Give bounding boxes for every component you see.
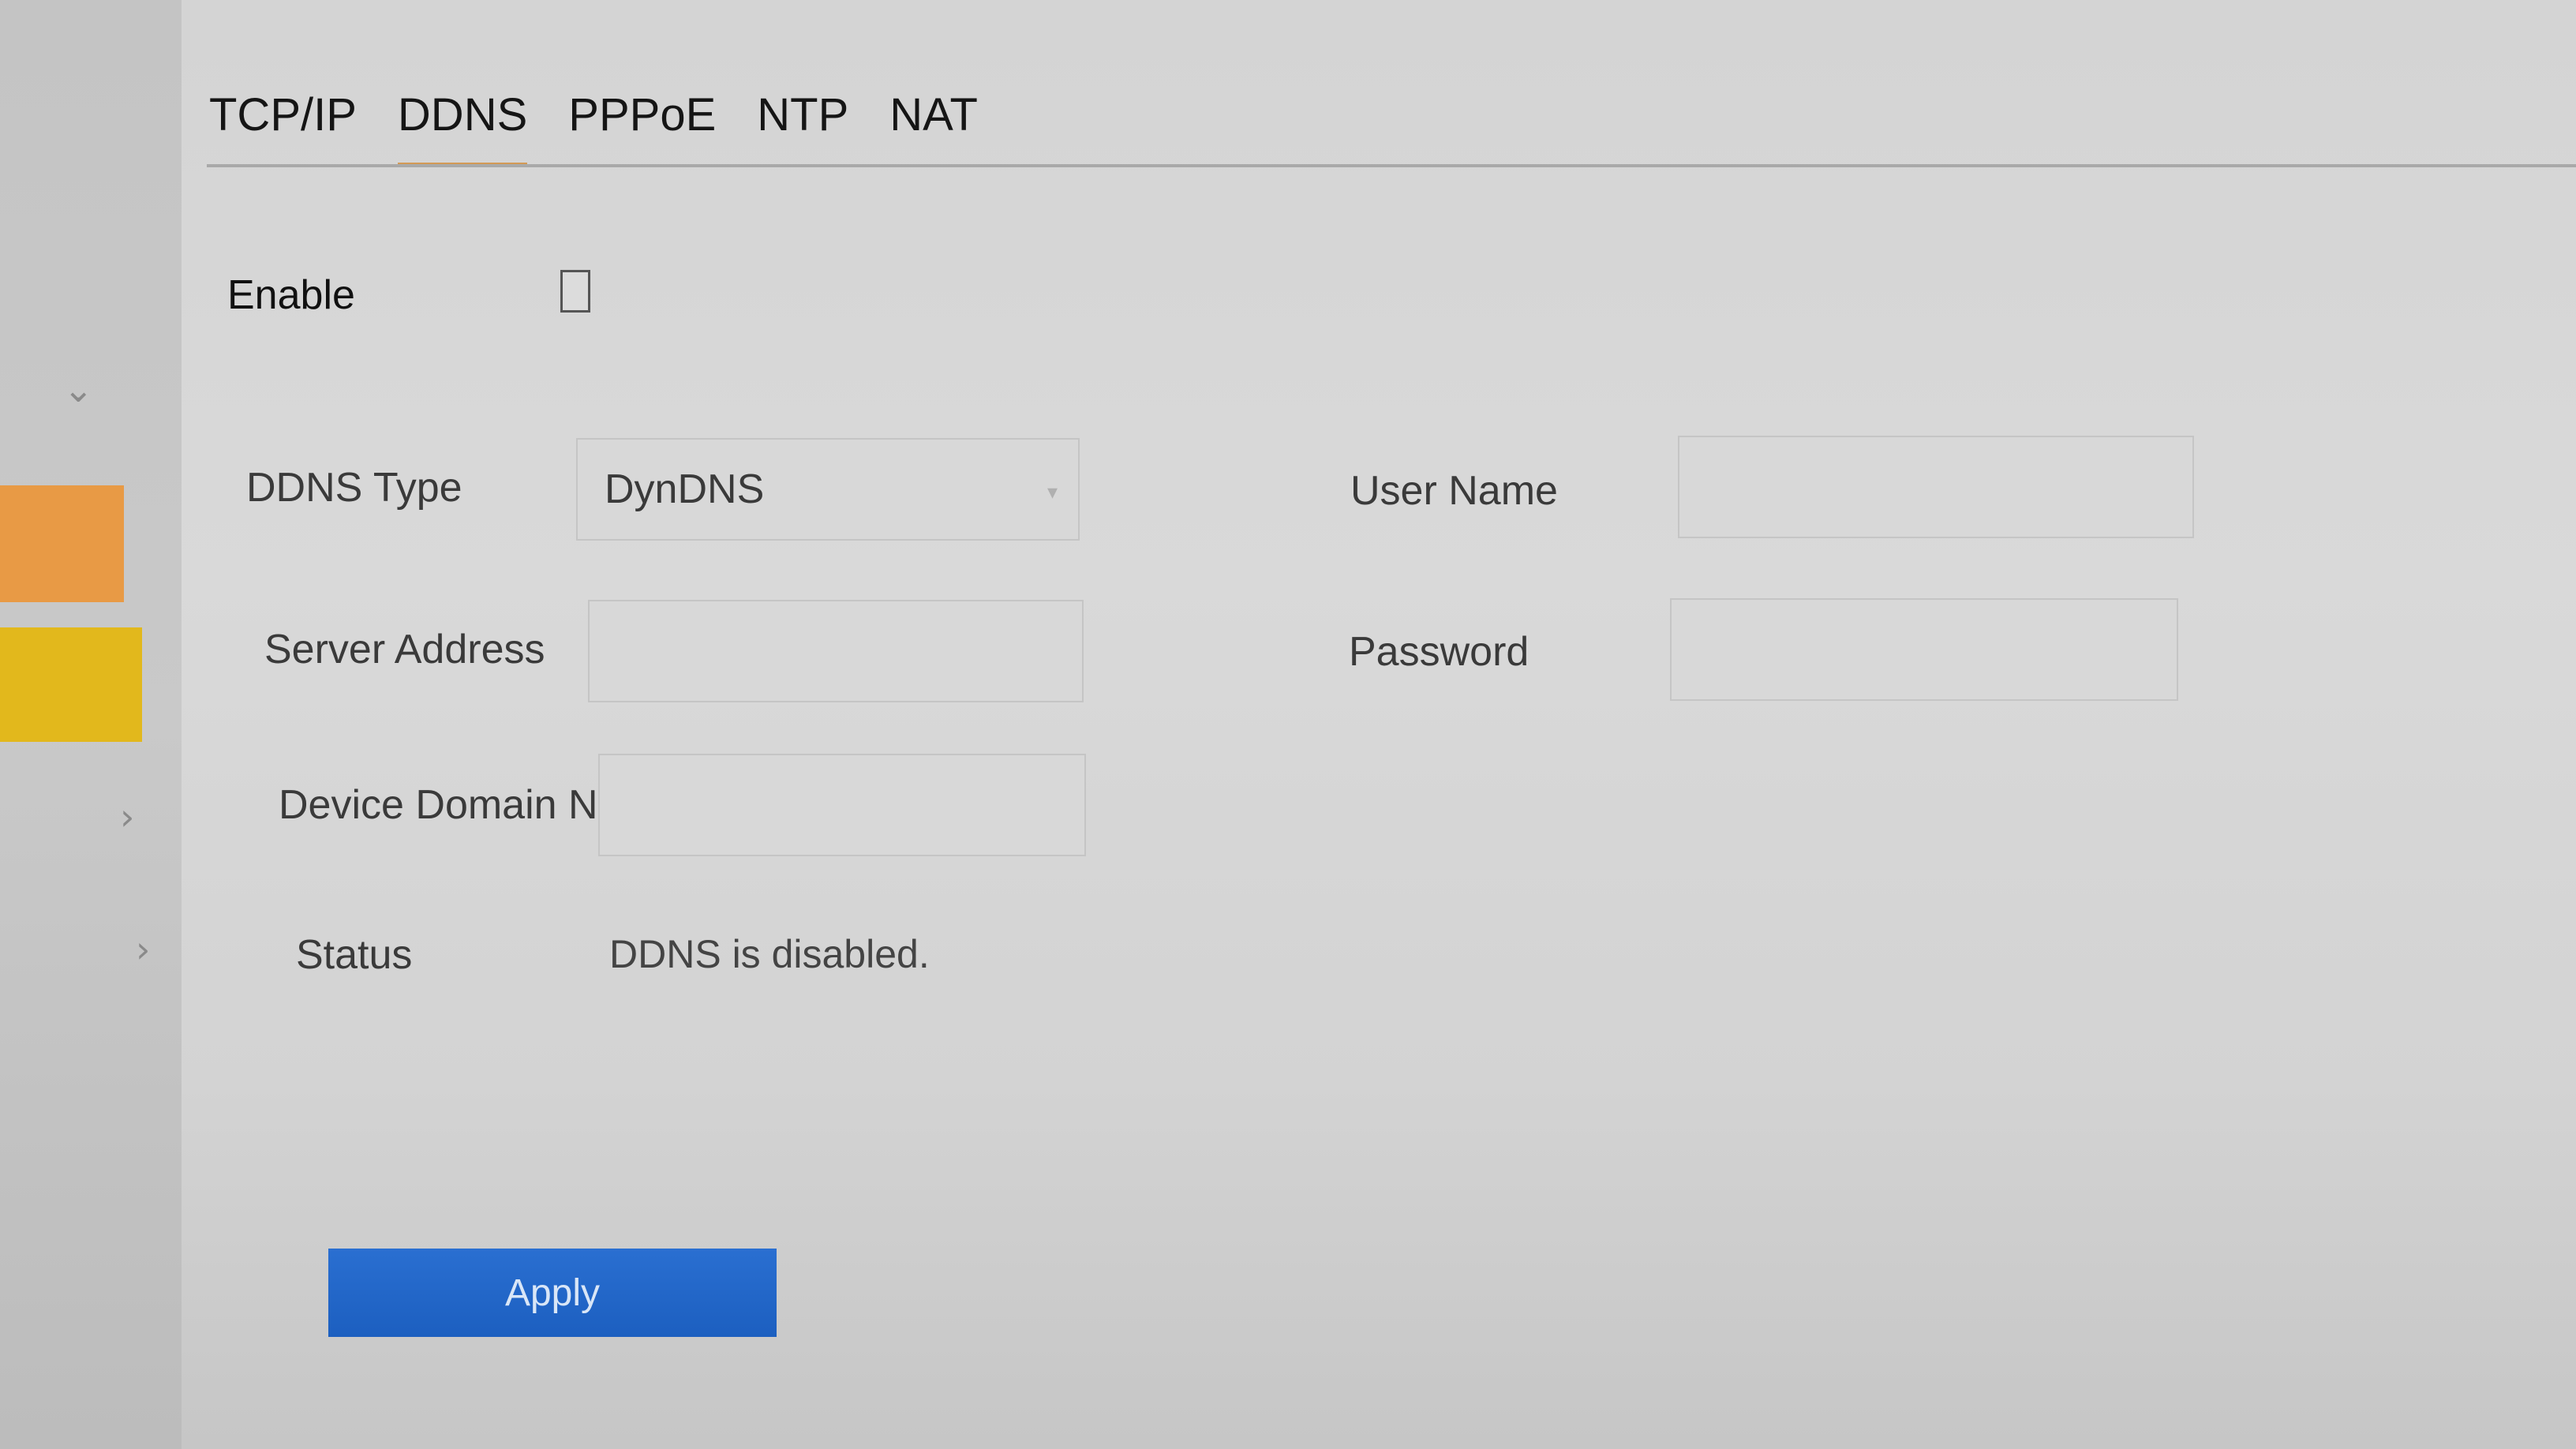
tab-pppoe[interactable]: PPPoE	[548, 87, 736, 166]
ddns-type-label: DDNS Type	[246, 465, 462, 511]
ddns-settings-screen: ⌄ › › TCP/IP DDNS PPPoE NTP NAT Enable D…	[0, 0, 2576, 1449]
tab-nat[interactable]: NAT	[869, 87, 998, 166]
tab-ntp[interactable]: NTP	[736, 87, 869, 166]
chevron-right-icon[interactable]: ›	[120, 799, 134, 835]
status-value: DDNS is disabled.	[609, 932, 930, 976]
sidebar-item-highlight-yellow[interactable]	[0, 627, 142, 742]
chevron-right-icon[interactable]: ›	[136, 931, 150, 968]
network-tabs: TCP/IP DDNS PPPoE NTP NAT	[201, 87, 998, 167]
chevron-down-icon[interactable]: ⌄	[63, 371, 94, 407]
enable-checkbox[interactable]	[560, 270, 590, 313]
sidebar-item-highlight-orange[interactable]	[0, 485, 124, 602]
device-domain-name-input[interactable]	[598, 754, 1086, 856]
user-name-label: User Name	[1350, 468, 1558, 514]
tab-divider	[207, 164, 2576, 167]
password-input[interactable]	[1670, 598, 2178, 701]
ddns-type-select[interactable]: DynDNS ▾	[576, 438, 1080, 541]
apply-button[interactable]: Apply	[328, 1249, 777, 1337]
tab-ddns[interactable]: DDNS	[377, 87, 548, 167]
ddns-type-value: DynDNS	[605, 466, 765, 512]
server-address-input[interactable]	[588, 600, 1084, 702]
server-address-label: Server Address	[264, 627, 545, 672]
tab-tcpip[interactable]: TCP/IP	[201, 87, 377, 166]
sidebar: ⌄ › ›	[0, 0, 182, 1449]
user-name-input[interactable]	[1678, 436, 2194, 538]
caret-down-icon: ▾	[1046, 481, 1058, 504]
password-label: Password	[1349, 629, 1530, 675]
enable-label: Enable	[227, 272, 355, 318]
status-label: Status	[296, 932, 413, 978]
